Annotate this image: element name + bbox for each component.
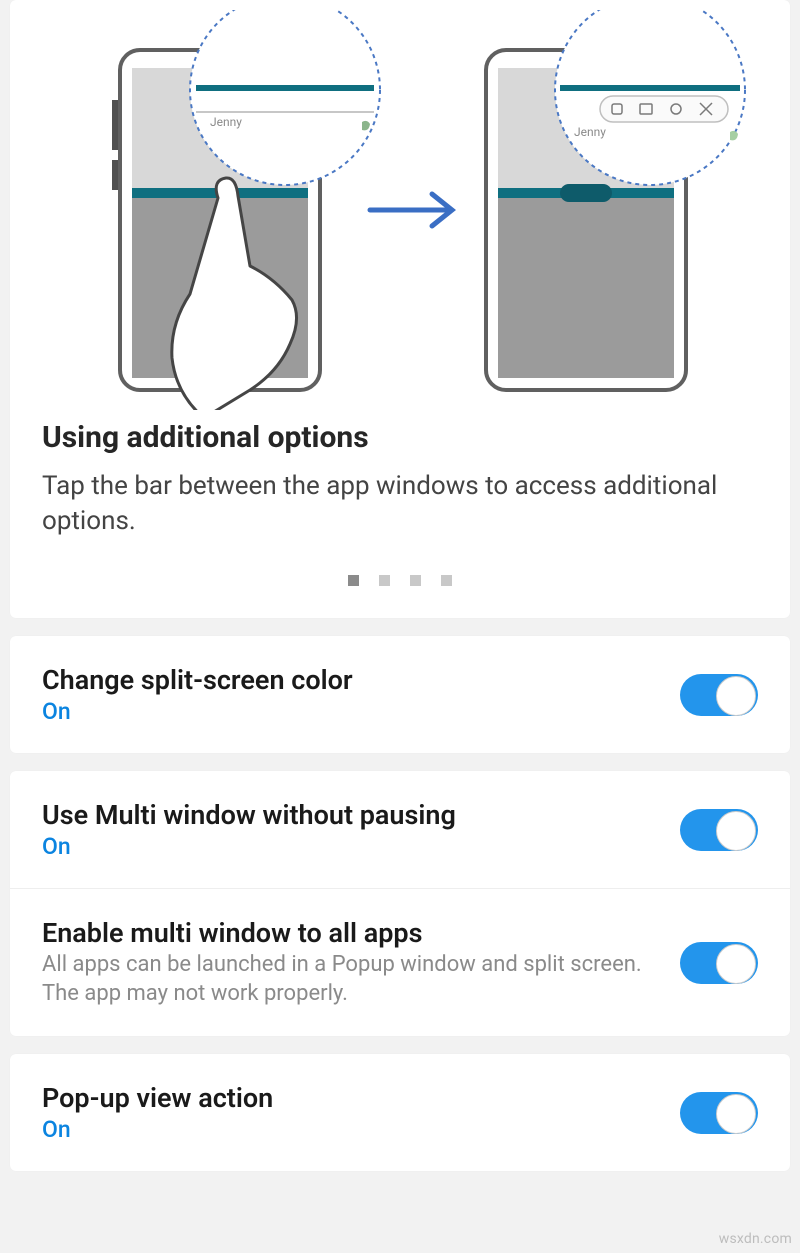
settings-card: Pop-up view action On — [10, 1054, 790, 1171]
setting-change-split-screen-color[interactable]: Change split-screen color On — [10, 636, 790, 753]
setting-status: On — [42, 1116, 660, 1143]
bubble-name-1: Jenny — [210, 115, 242, 129]
setting-status: On — [42, 833, 660, 860]
page-dot[interactable] — [379, 575, 390, 586]
help-card: Jenny — [10, 0, 790, 618]
arrow-right-icon — [370, 194, 452, 226]
setting-multi-window-no-pause[interactable]: Use Multi window without pausing On — [10, 771, 790, 888]
help-title: Using additional options — [10, 420, 790, 469]
help-description: Tap the bar between the app windows to a… — [10, 469, 790, 567]
page-dot[interactable] — [441, 575, 452, 586]
setting-title: Use Multi window without pausing — [42, 799, 660, 831]
bubble-name-2: Jenny — [574, 125, 606, 139]
setting-status: On — [42, 698, 660, 725]
help-illustration: Jenny — [10, 0, 790, 420]
setting-description: All apps can be launched in a Popup wind… — [42, 951, 660, 1008]
setting-title: Pop-up view action — [42, 1082, 660, 1114]
page-dot[interactable] — [410, 575, 421, 586]
watermark: wsxdn.com — [719, 1231, 792, 1247]
page-indicator — [10, 567, 790, 594]
setting-title: Enable multi window to all apps — [42, 917, 660, 949]
setting-popup-view-action[interactable]: Pop-up view action On — [10, 1054, 790, 1171]
page-dot[interactable] — [348, 575, 359, 586]
toggle-switch[interactable] — [680, 674, 758, 716]
toggle-switch[interactable] — [680, 942, 758, 984]
split-screen-illustration: Jenny — [40, 10, 760, 410]
setting-title: Change split-screen color — [42, 664, 660, 696]
settings-card: Use Multi window without pausing On Enab… — [10, 771, 790, 1036]
setting-enable-multi-window-all-apps[interactable]: Enable multi window to all apps All apps… — [10, 888, 790, 1036]
toggle-switch[interactable] — [680, 809, 758, 851]
toggle-switch[interactable] — [680, 1092, 758, 1134]
settings-card: Change split-screen color On — [10, 636, 790, 753]
